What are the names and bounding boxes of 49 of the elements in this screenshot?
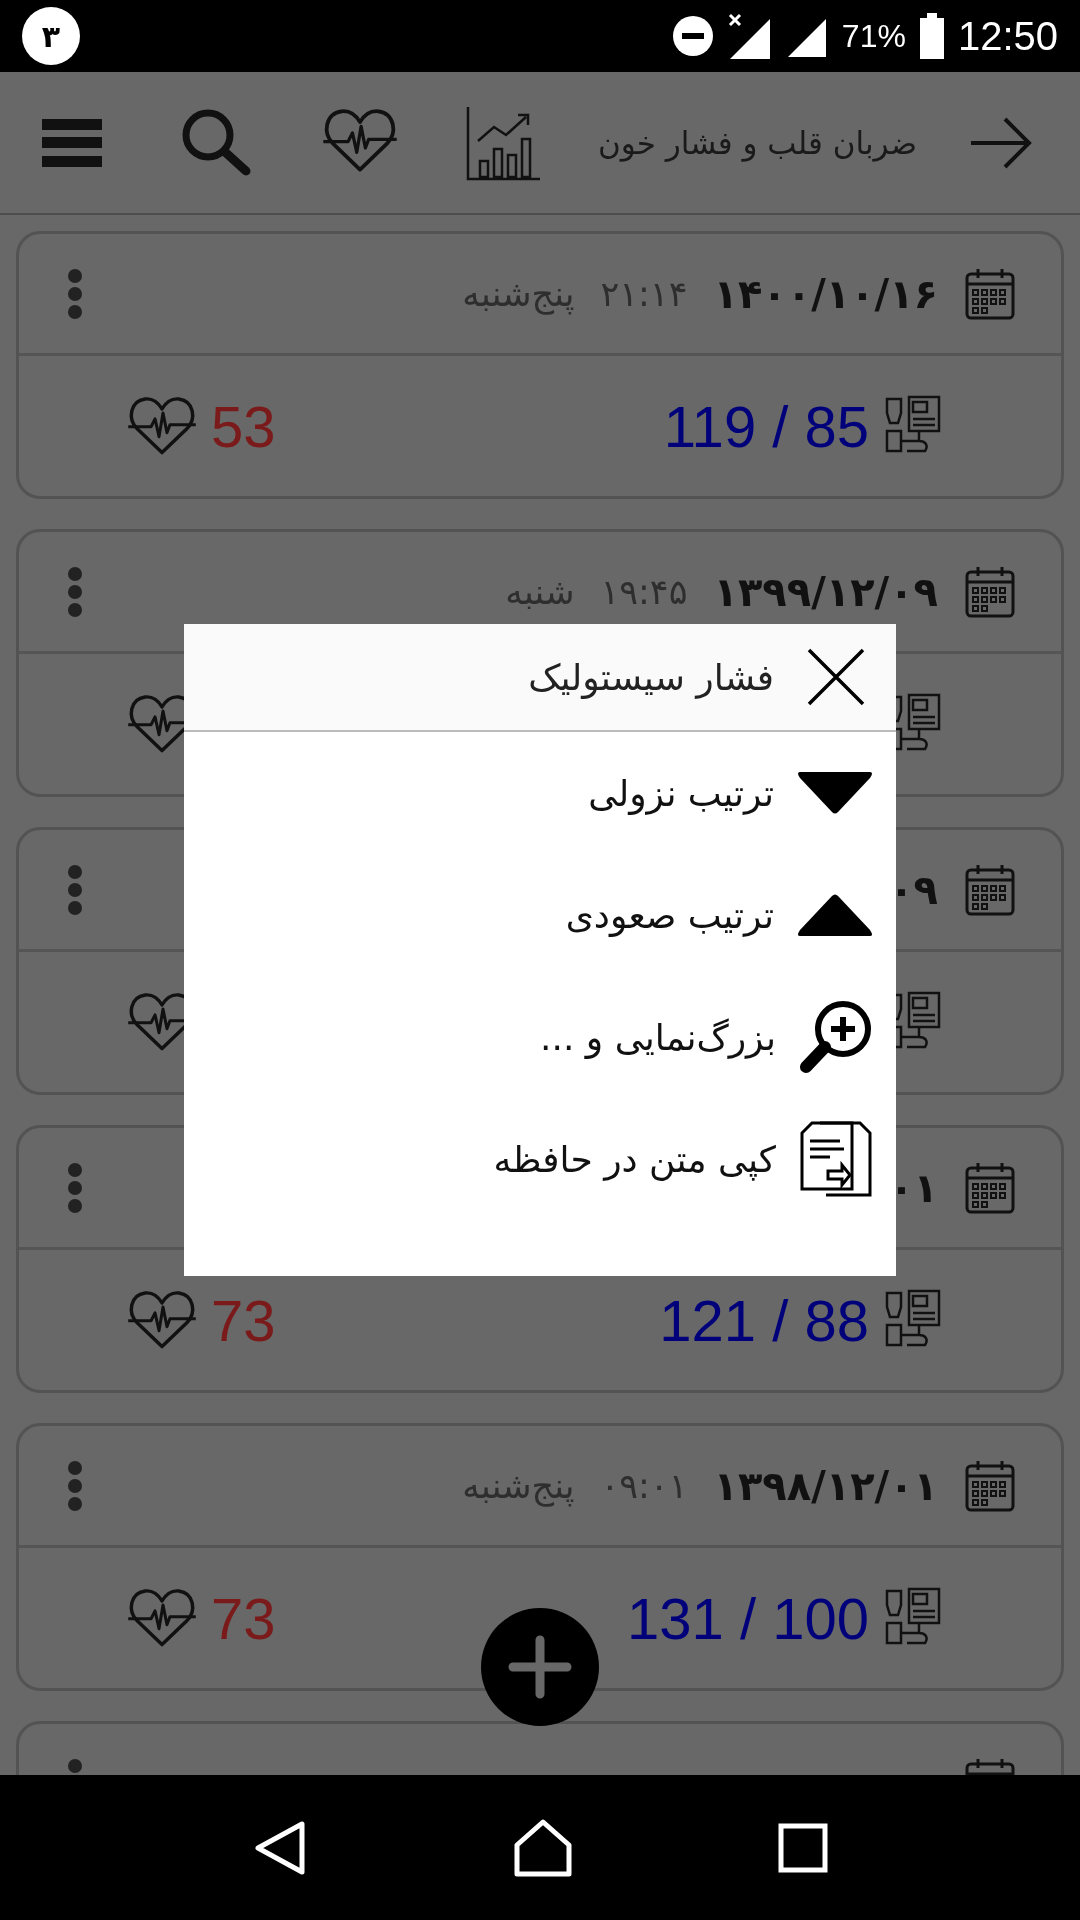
close-icon[interactable] bbox=[806, 647, 866, 707]
calendar-icon bbox=[964, 564, 1016, 619]
more-options-icon[interactable] bbox=[67, 1161, 83, 1214]
recent-apps-icon[interactable] bbox=[777, 1822, 828, 1873]
blood-pressure-value: 121 / 88 bbox=[659, 1286, 869, 1354]
calendar-icon bbox=[964, 266, 1016, 321]
signal-off-icon bbox=[727, 13, 772, 59]
clock-time: 12:50 bbox=[957, 13, 1058, 59]
menu-icon[interactable] bbox=[42, 118, 102, 167]
dialog-title: فشار سیستولیک bbox=[528, 656, 774, 698]
blood-pressure-value: 119 / 85 bbox=[663, 392, 869, 460]
plus-icon bbox=[508, 1635, 572, 1699]
heart-rate-icon bbox=[322, 107, 398, 174]
record-time: ۱۹:۴۵ bbox=[600, 571, 688, 612]
battery-percent: 71% bbox=[841, 17, 906, 55]
home-icon[interactable] bbox=[513, 1818, 573, 1877]
record-weekday: پنج‌شنبه bbox=[462, 1465, 575, 1506]
record-time: ۰۹:۰۱ bbox=[600, 1465, 688, 1506]
heart-rate-icon bbox=[127, 1289, 197, 1351]
app-title: ضربان قلب و فشار خون bbox=[598, 124, 917, 161]
record-weekday: شنبه bbox=[505, 571, 575, 612]
pulse-value: 73 bbox=[211, 1584, 276, 1652]
pulse-value: 53 bbox=[211, 392, 276, 460]
record-weekday: پنج‌شنبه bbox=[462, 273, 575, 314]
calendar-icon bbox=[964, 1160, 1016, 1215]
menu-item[interactable]: بزرگ‌نمایی و ... bbox=[184, 976, 896, 1098]
copy-document-icon bbox=[798, 1119, 874, 1199]
calendar-icon bbox=[964, 862, 1016, 917]
triangle-up-icon bbox=[796, 892, 874, 938]
more-options-icon[interactable] bbox=[67, 863, 83, 916]
chart-icon[interactable] bbox=[464, 104, 540, 181]
battery-icon bbox=[919, 13, 944, 59]
record-date: ۱۳۹۹/۱۲/۰۹ bbox=[713, 568, 938, 615]
more-options-icon[interactable] bbox=[67, 565, 83, 618]
pulse-value: 73 bbox=[211, 1286, 276, 1354]
heart-rate-icon bbox=[127, 395, 197, 457]
record-date: ۱۴۰۰/۱۰/۱۶ bbox=[713, 270, 938, 317]
blood-pressure-value: 131 / 100 bbox=[627, 1584, 869, 1652]
triangle-down-icon bbox=[796, 770, 874, 816]
record-date: ۱۳۹۸/۱۲/۰۱ bbox=[713, 1462, 938, 1509]
more-options-icon[interactable] bbox=[67, 267, 83, 320]
calendar-icon bbox=[964, 1458, 1016, 1513]
heart-rate-icon bbox=[127, 1587, 197, 1649]
more-options-icon[interactable] bbox=[67, 1459, 83, 1512]
record-time: ۲۱:۱۴ bbox=[600, 273, 688, 314]
forward-arrow-icon[interactable] bbox=[969, 116, 1033, 169]
notification-badge: ٣ bbox=[22, 7, 80, 65]
zoom-in-icon bbox=[798, 999, 874, 1075]
do-not-disturb-icon bbox=[671, 15, 714, 57]
